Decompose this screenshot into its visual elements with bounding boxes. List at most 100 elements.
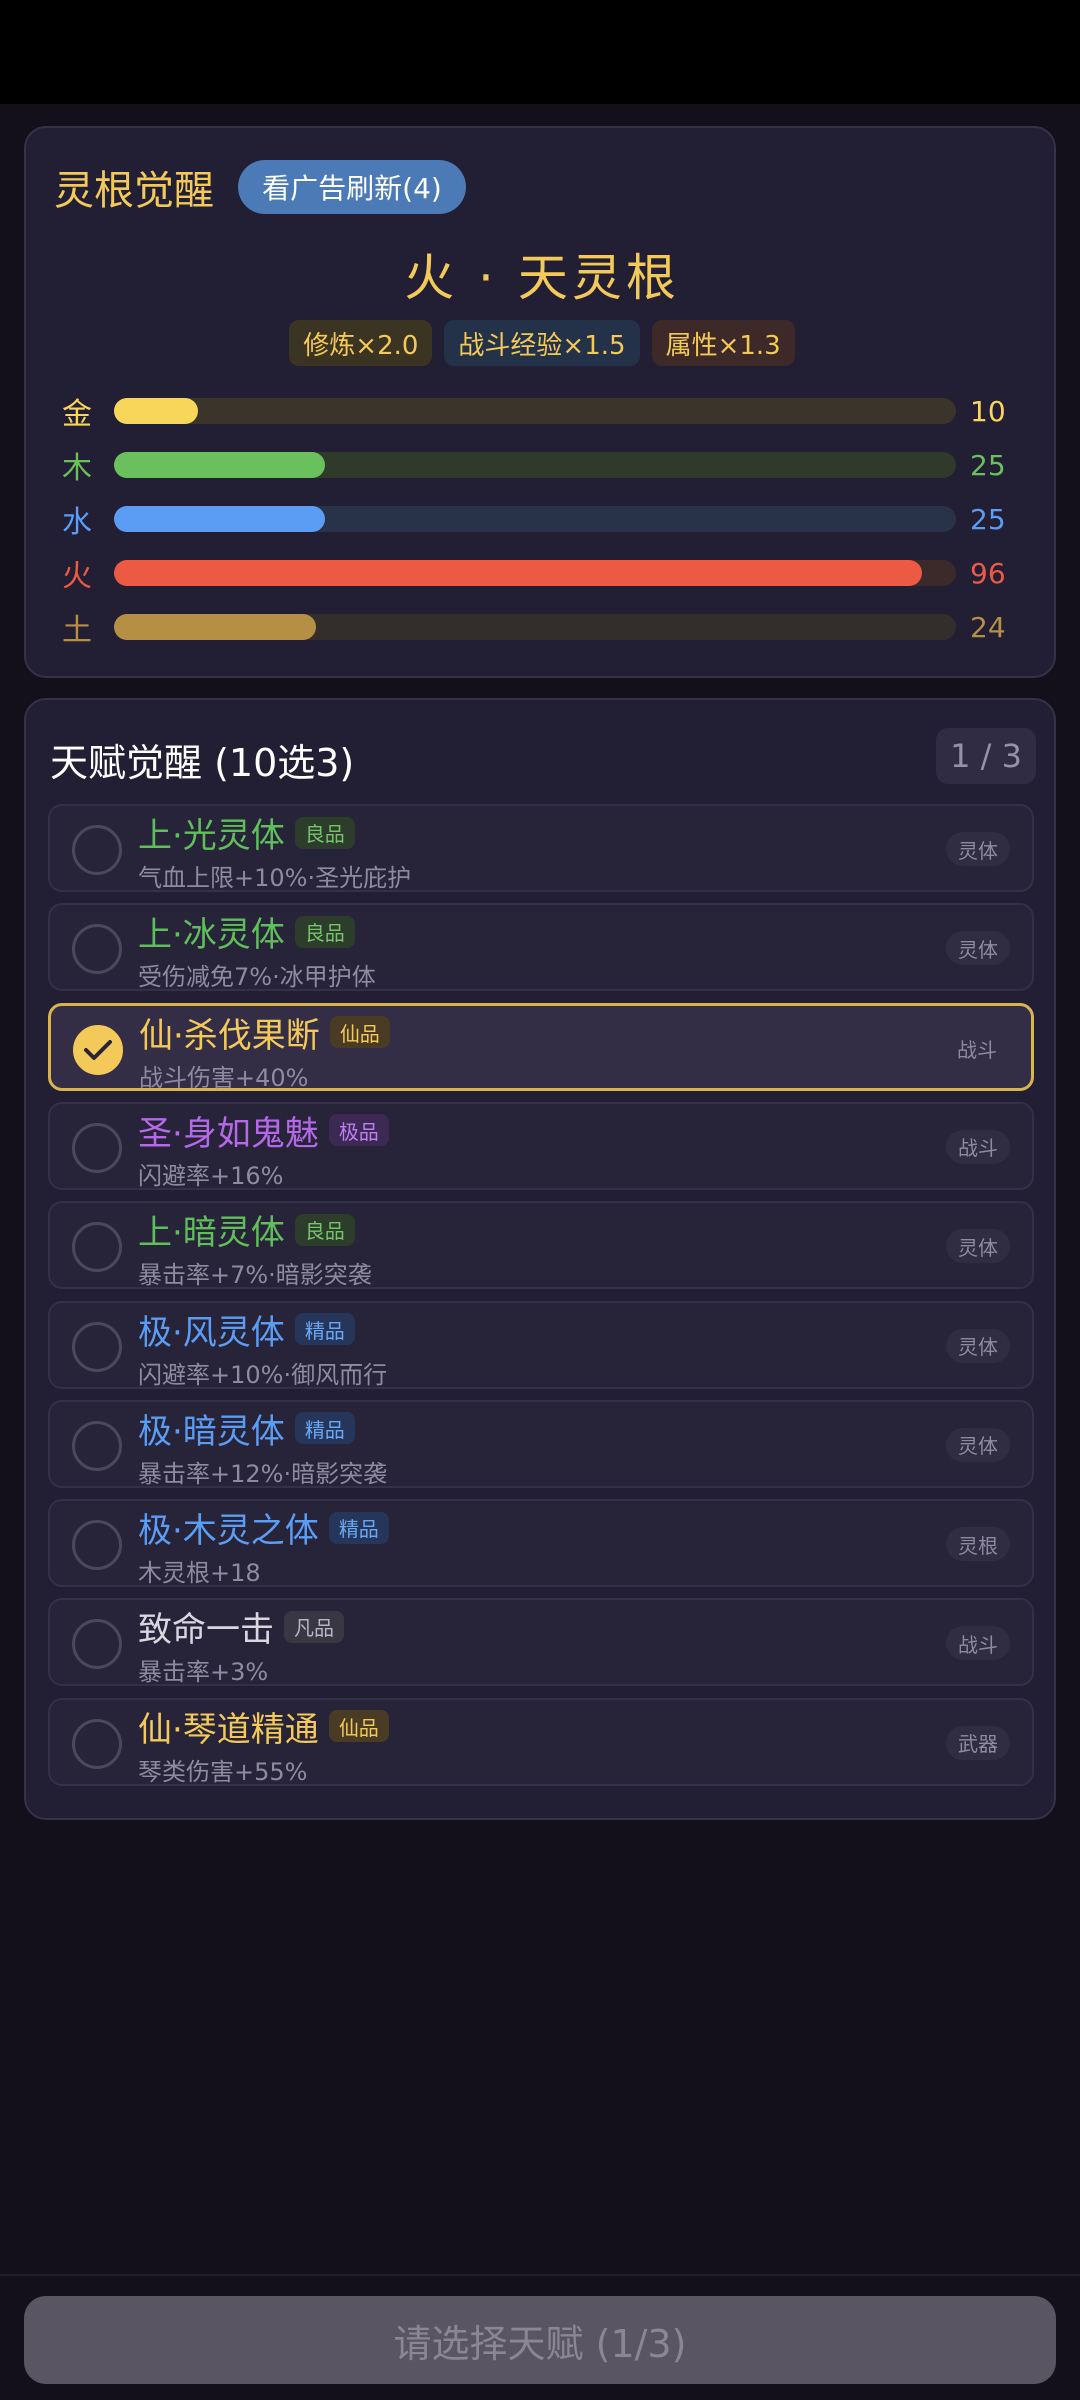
talent-grade-badge: 精品 bbox=[294, 1313, 355, 1345]
element-row: 火 96 bbox=[62, 556, 1022, 595]
talent-category-tag: 战斗 bbox=[957, 1038, 997, 1063]
talent-description: 暴击率+7%·暗影突袭 bbox=[138, 1261, 372, 1290]
element-label: 木 bbox=[62, 451, 92, 486]
element-bar-fill bbox=[114, 506, 325, 532]
spirit-root-name: 火 · 天灵根 bbox=[404, 249, 680, 307]
talent-item[interactable]: 上·暗灵体 良品暴击率+7%·暗影突袭 灵体 bbox=[48, 1201, 1034, 1290]
talent-category-tag: 武器 bbox=[946, 1725, 1010, 1760]
element-bar-track bbox=[114, 506, 956, 532]
element-bar-track bbox=[114, 614, 956, 640]
talent-item[interactable]: 仙·杀伐果断 仙品 战斗伤害+40% 战斗 bbox=[48, 1002, 1034, 1092]
radio-circle-icon[interactable] bbox=[72, 1122, 122, 1173]
radio-circle-icon[interactable] bbox=[72, 924, 122, 975]
talent-category-tag: 灵体 bbox=[946, 931, 1010, 966]
element-label: 土 bbox=[62, 613, 92, 648]
talent-description: 战斗伤害+40% bbox=[139, 1063, 309, 1092]
talent-description: 闪避率+10%·御风而行 bbox=[138, 1360, 388, 1389]
talent-description: 琴类伤害+55% bbox=[138, 1757, 308, 1786]
talent-description: 暴击率+12%·暗影突袭 bbox=[138, 1459, 388, 1488]
talent-category-tag: 战斗 bbox=[946, 1129, 1010, 1164]
spirit-root-card: 灵根觉醒 看广告刷新(4) 火 · 天灵根 修炼×2.0 战斗经验×1.5 属性… bbox=[24, 126, 1056, 678]
talent-item[interactable]: 致命一击 凡品 暴击率+3% 战斗 bbox=[48, 1598, 1034, 1687]
radio-circle-icon[interactable] bbox=[72, 825, 122, 875]
talent-category-tag: 灵体 bbox=[946, 832, 1010, 866]
radio-circle-icon[interactable] bbox=[72, 1619, 122, 1670]
talent-grade-badge: 极品 bbox=[328, 1114, 389, 1147]
status-bar bbox=[0, 0, 1080, 104]
element-bar-fill bbox=[114, 560, 923, 586]
talent-section-title: 天赋觉醒 (10选3) bbox=[50, 741, 355, 785]
radio-circle-icon[interactable] bbox=[72, 1420, 122, 1471]
checkmark-icon[interactable] bbox=[73, 1024, 123, 1075]
talent-grade-badge: 良品 bbox=[294, 816, 355, 849]
talent-card: 天赋觉醒 (10选3) 1 / 3 上·光灵体 良品 气血上限+10%·圣光庇护 灵体… bbox=[24, 698, 1056, 1820]
talent-grade-badge: 良品 bbox=[294, 1213, 355, 1246]
talent-item[interactable]: 极·风灵体 精品闪避率+10%·御风而行 灵体 bbox=[48, 1300, 1034, 1389]
radio-circle-icon[interactable] bbox=[72, 1718, 122, 1769]
talent-item[interactable]: 仙·琴道精通 仙品 琴类伤害+55% 武器 bbox=[48, 1697, 1034, 1786]
page-title: 灵根觉醒 bbox=[54, 168, 214, 214]
talent-name: 极·木灵之体 bbox=[138, 1511, 319, 1552]
talent-item[interactable]: 上·冰灵体 良品受伤减免7%·冰甲护体 灵体 bbox=[48, 903, 1034, 992]
talent-name: 仙·杀伐果断 bbox=[139, 1015, 320, 1056]
element-bar-track bbox=[114, 560, 956, 586]
element-value: 10 bbox=[970, 394, 1006, 428]
talent-grade-badge: 精品 bbox=[294, 1412, 355, 1445]
page-indicator[interactable]: 1 / 3 bbox=[936, 728, 1036, 784]
talent-name-row: 上·暗灵体 良品 bbox=[138, 1205, 355, 1254]
talent-item[interactable]: 圣·身如鬼魅 极品闪避率+16% 战斗 bbox=[48, 1101, 1034, 1190]
element-value: 24 bbox=[970, 610, 1006, 644]
talent-description: 木灵根+18 bbox=[138, 1559, 261, 1588]
element-bar-fill bbox=[114, 398, 199, 424]
element-bar-track bbox=[114, 452, 956, 478]
element-value: 25 bbox=[970, 448, 1006, 482]
talent-category-tag: 灵体 bbox=[946, 1229, 1010, 1264]
element-label: 水 bbox=[62, 505, 92, 540]
talent-description: 受伤减免7%·冰甲护体 bbox=[138, 963, 376, 992]
talent-category-tag: 灵体 bbox=[946, 1328, 1010, 1363]
talent-name-row: 极·风灵体 精品 bbox=[138, 1305, 355, 1354]
talent-description: 气血上限+10%·圣光庇护 bbox=[138, 864, 412, 892]
talent-name: 极·风灵体 bbox=[138, 1312, 285, 1353]
element-value: 25 bbox=[970, 502, 1006, 536]
confirm-talent-button[interactable]: 请选择天赋 (1/3) bbox=[24, 2296, 1056, 2384]
talent-name-row: 仙·琴道精通 仙品 bbox=[138, 1702, 389, 1751]
bonus-badge: 属性×1.3 bbox=[651, 320, 795, 366]
radio-circle-icon[interactable] bbox=[72, 1321, 122, 1372]
talent-grade-badge: 仙品 bbox=[328, 1710, 389, 1743]
talent-grade-badge: 凡品 bbox=[284, 1610, 344, 1643]
talent-name: 上·暗灵体 bbox=[138, 1213, 285, 1254]
talent-name-row: 极·暗灵体 精品 bbox=[138, 1404, 355, 1453]
talent-name: 极·暗灵体 bbox=[138, 1411, 285, 1452]
element-value: 96 bbox=[970, 556, 1006, 590]
talent-item[interactable]: 极·木灵之体 精品木灵根+18 灵根 bbox=[48, 1499, 1034, 1588]
talent-category-tag: 战斗 bbox=[946, 1626, 1010, 1661]
talent-item[interactable]: 极·暗灵体 精品暴击率+12%·暗影突袭 灵体 bbox=[48, 1399, 1034, 1488]
element-row: 土 24 bbox=[62, 610, 1022, 649]
element-label: 金 bbox=[62, 397, 92, 432]
element-bar-fill bbox=[114, 452, 325, 478]
talent-name-row: 极·木灵之体 精品 bbox=[138, 1503, 389, 1552]
talent-name: 致命一击 bbox=[138, 1610, 274, 1651]
radio-circle-icon[interactable] bbox=[72, 1222, 122, 1273]
talent-name-row: 致命一击 凡品 bbox=[138, 1602, 344, 1651]
element-row: 水 25 bbox=[62, 502, 1022, 541]
talent-category-tag: 灵根 bbox=[946, 1527, 1010, 1562]
talent-name-row: 仙·杀伐果断 仙品 bbox=[139, 1008, 390, 1057]
talent-category-tag: 灵体 bbox=[946, 1427, 1010, 1462]
ad-refresh-button[interactable]: 看广告刷新(4) bbox=[238, 160, 466, 214]
talent-name-row: 圣·身如鬼魅 极品 bbox=[138, 1106, 389, 1155]
talent-name-row: 上·冰灵体 良品 bbox=[138, 907, 355, 956]
element-row: 木 25 bbox=[62, 448, 1022, 487]
talent-grade-badge: 仙品 bbox=[329, 1016, 390, 1049]
talent-name-row: 上·光灵体 良品 bbox=[138, 808, 355, 857]
element-row: 金 10 bbox=[62, 394, 1022, 433]
radio-circle-icon[interactable] bbox=[72, 1520, 122, 1571]
talent-grade-badge: 精品 bbox=[328, 1511, 389, 1544]
bonus-list: 修炼×2.0 战斗经验×1.5 属性×1.3 bbox=[26, 320, 1058, 366]
element-label: 火 bbox=[62, 559, 92, 594]
bottom-bar: 请选择天赋 (1/3) bbox=[0, 2274, 1080, 2400]
talent-name: 仙·琴道精通 bbox=[138, 1709, 319, 1750]
talent-item[interactable]: 上·光灵体 良品气血上限+10%·圣光庇护 灵体 bbox=[48, 804, 1034, 892]
talent-description: 闪避率+16% bbox=[138, 1161, 284, 1190]
